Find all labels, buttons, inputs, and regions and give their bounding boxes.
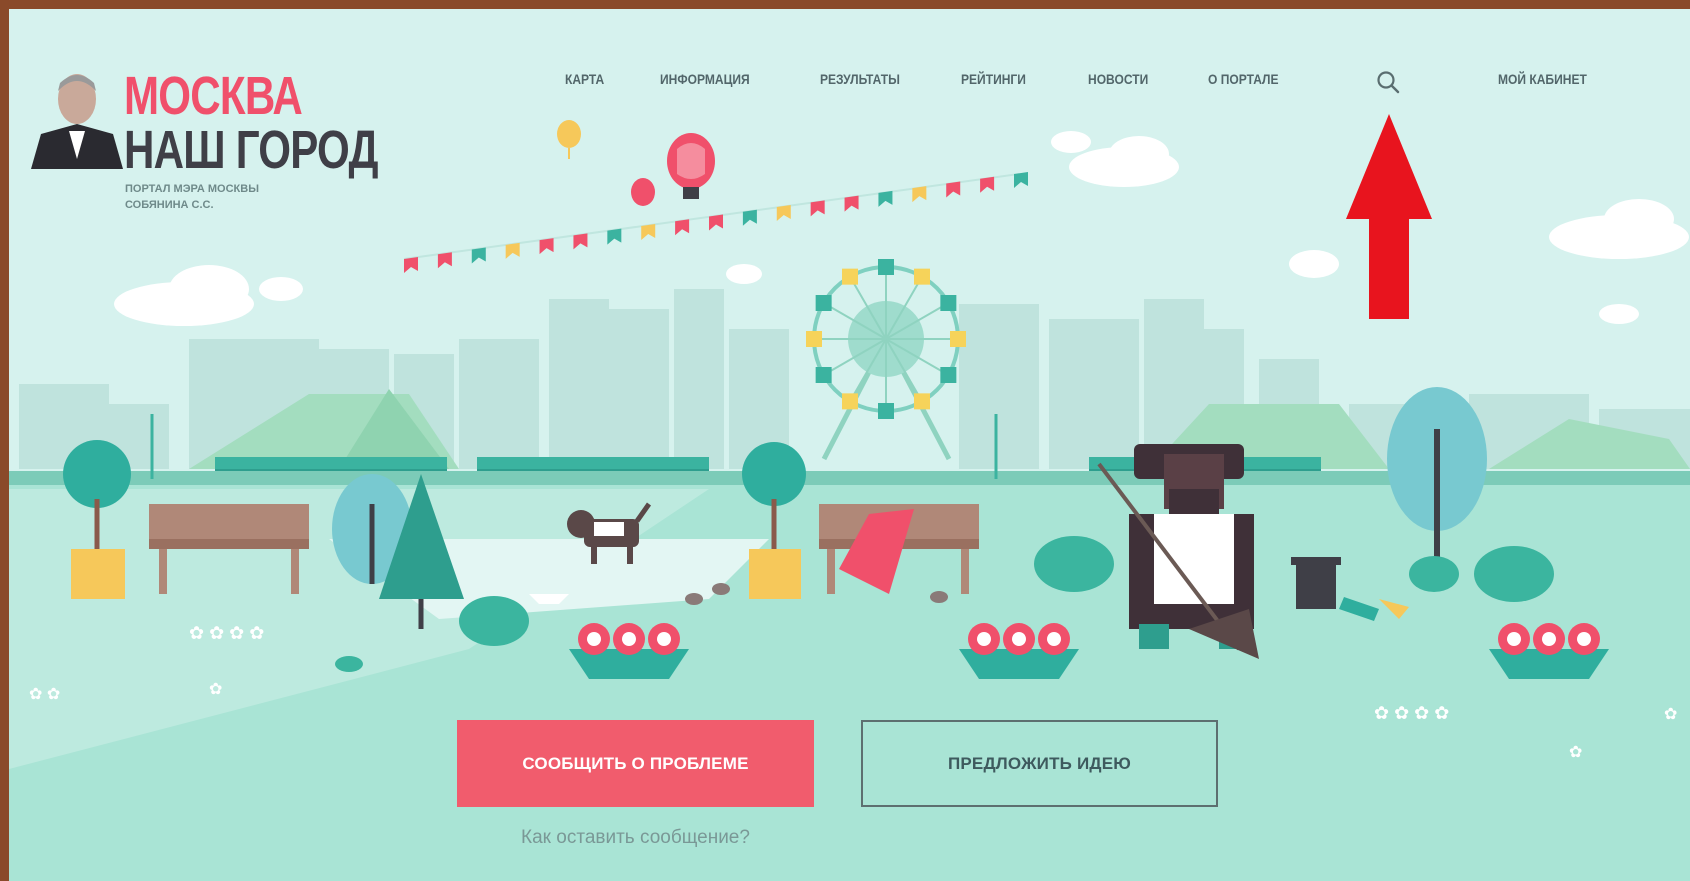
logo-subtitle-line1: ПОРТАЛ МЭРА МОСКВЫ xyxy=(125,183,259,195)
logo-subtitle: ПОРТАЛ МЭРА МОСКВЫ СОБЯНИНА С.С. xyxy=(125,181,315,213)
mayor-photo xyxy=(31,69,123,169)
nav-my-account[interactable]: МОЙ КАБИНЕТ xyxy=(1498,71,1587,87)
nav-item-map[interactable]: КАРТА xyxy=(565,71,604,87)
nav-item-about[interactable]: О ПОРТАЛЕ xyxy=(1208,71,1279,87)
nav-item-results[interactable]: РЕЗУЛЬТАТЫ xyxy=(820,71,900,87)
suggest-idea-button[interactable]: ПРЕДЛОЖИТЬ ИДЕЮ xyxy=(861,720,1218,807)
report-problem-button[interactable]: СООБЩИТЬ О ПРОБЛЕМЕ xyxy=(457,720,814,807)
logo-title-line1[interactable]: МОСКВА xyxy=(124,65,303,127)
svg-text:✿ ✿ ✿ ✿: ✿ ✿ ✿ ✿ xyxy=(189,623,264,643)
svg-text:✿ ✿ ✿ ✿: ✿ ✿ ✿ ✿ xyxy=(1374,703,1449,723)
svg-text:✿: ✿ xyxy=(1664,706,1677,723)
arrow-up-icon xyxy=(1346,114,1432,319)
svg-text:✿ ✿: ✿ ✿ xyxy=(29,686,60,703)
how-to-leave-message-link[interactable]: Как оставить сообщение? xyxy=(457,827,814,849)
svg-text:✿: ✿ xyxy=(209,681,222,698)
logo-title-line2[interactable]: НАШ ГОРОД xyxy=(124,119,378,181)
logo-subtitle-line2: СОБЯНИНА С.С. xyxy=(125,199,214,211)
nav-item-news[interactable]: НОВОСТИ xyxy=(1088,71,1148,87)
nav-item-information[interactable]: ИНФОРМАЦИЯ xyxy=(660,71,750,87)
search-icon[interactable] xyxy=(1375,69,1401,95)
svg-text:✿: ✿ xyxy=(1569,744,1582,761)
page-frame: ✿ ✿ ✿ ✿ ✿ ✿ ✿ ✿ ✿ ✿ ✿ ✿ ✿ МОСКВА НАШ ГОР… xyxy=(9,9,1690,881)
nav-item-ratings[interactable]: РЕЙТИНГИ xyxy=(961,71,1026,87)
